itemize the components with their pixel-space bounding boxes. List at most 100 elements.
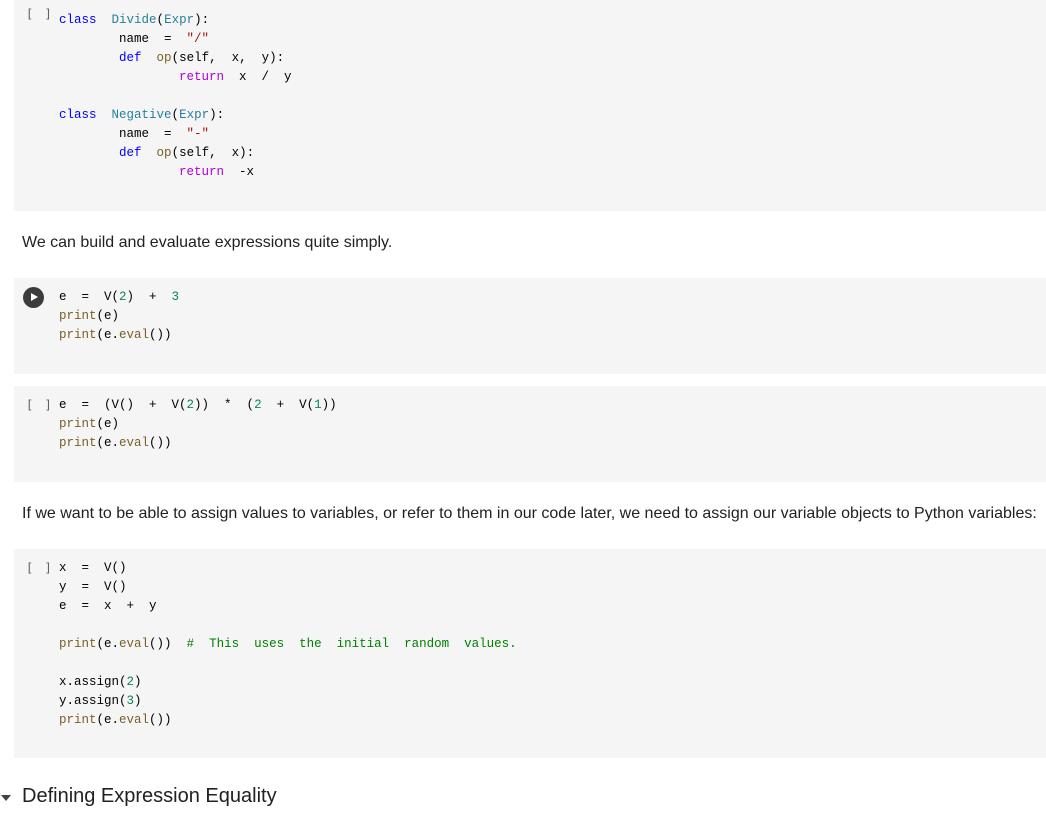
- code-token: )) * (: [194, 398, 255, 412]
- code-token: (e.: [96, 713, 120, 727]
- code-line: x.assign(2): [59, 673, 517, 692]
- code-token: "-": [186, 127, 210, 141]
- code-token: class: [59, 108, 97, 122]
- code-line: class Divide(Expr):: [59, 11, 292, 30]
- code-token: 3: [171, 290, 180, 304]
- code-token: ) +: [126, 290, 172, 304]
- code-token: ()): [149, 436, 172, 450]
- code-token: print: [59, 713, 97, 727]
- code-token: def: [119, 146, 142, 160]
- code-token: + V(: [261, 398, 315, 412]
- code-token: Divide: [111, 13, 157, 27]
- code-token: print: [59, 328, 97, 342]
- markdown-text: If we want to be able to assign values t…: [22, 505, 1037, 522]
- code-token: (e.: [96, 637, 120, 651]
- code-token: ()): [149, 328, 172, 342]
- code-line: print(e): [59, 415, 337, 434]
- code-token: ()): [149, 637, 187, 651]
- code-token: (: [171, 108, 180, 122]
- code-line: e = V(2) + 3: [59, 288, 179, 307]
- code-token: eval: [119, 436, 150, 450]
- code-editor[interactable]: class Divide(Expr): name = "/" def op(se…: [59, 11, 292, 182]
- code-editor[interactable]: x = V() y = V() e = x + y print(e.eval()) #…: [59, 559, 517, 730]
- code-token: print: [59, 637, 97, 651]
- code-token: 2: [126, 675, 135, 689]
- code-line: return -x: [59, 163, 292, 182]
- code-token: 3: [126, 694, 135, 708]
- code-token: op: [156, 51, 172, 65]
- code-line: def op(self, x):: [59, 144, 292, 163]
- code-cell-classes[interactable]: [ ] class Divide(Expr): name = "/" def o…: [14, 0, 1046, 211]
- code-line: print(e): [59, 307, 179, 326]
- code-token: 1: [314, 398, 322, 412]
- code-token: "/": [186, 32, 210, 46]
- code-token: op: [156, 146, 172, 160]
- code-token: ):: [194, 13, 210, 27]
- code-line: name = "/": [59, 30, 292, 49]
- code-token: print: [59, 436, 97, 450]
- code-token: (self, x, y):: [171, 51, 285, 65]
- code-token: -x: [224, 165, 255, 179]
- code-token: x = V(): [59, 561, 127, 575]
- code-line: y.assign(3): [59, 692, 517, 711]
- code-token: Negative: [111, 108, 172, 122]
- code-cell-simple-expression[interactable]: e = V(2) + 3 print(e) print(e.eval()): [14, 278, 1046, 374]
- code-cell-variable-assignment[interactable]: [ ] x = V() y = V() e = x + y print(e.eval(…: [14, 549, 1046, 758]
- code-line: def op(self, x, y):: [59, 49, 292, 68]
- code-editor[interactable]: e = (V() + V(2)) * (2 + V(1)) print(e) pri…: [59, 396, 337, 453]
- cell-state-brackets[interactable]: [ ]: [26, 561, 62, 575]
- code-token: (e.: [96, 328, 120, 342]
- code-token: return: [179, 165, 225, 179]
- caret-down-icon[interactable]: [1, 795, 11, 801]
- code-token: return: [179, 70, 225, 84]
- code-token: 2: [254, 398, 262, 412]
- code-token: y.assign(: [59, 694, 127, 708]
- code-token: y = V(): [59, 580, 127, 594]
- code-token: # This uses the initial random values.: [186, 637, 517, 651]
- run-cell-button[interactable]: [23, 287, 44, 308]
- code-token: Expr: [179, 108, 210, 122]
- code-cell-compound-expression[interactable]: [ ] e = (V() + V(2)) * (2 + V(1)) print(e…: [14, 386, 1046, 482]
- code-token: ): [134, 694, 142, 708]
- code-token: Expr: [164, 13, 195, 27]
- code-token: x.assign(: [59, 675, 127, 689]
- code-token: eval: [119, 713, 150, 727]
- code-token: e = (V() + V(: [59, 398, 187, 412]
- markdown-text: We can build and evaluate expressions qu…: [22, 234, 393, 251]
- code-line: print(e.eval()): [59, 326, 179, 345]
- code-token: (e.: [96, 436, 120, 450]
- code-editor[interactable]: e = V(2) + 3 print(e) print(e.eval()): [59, 288, 179, 345]
- code-token: print: [59, 309, 97, 323]
- code-token: ):: [209, 108, 225, 122]
- code-line: return x / y: [59, 68, 292, 87]
- code-token: (e): [96, 417, 120, 431]
- code-token: x / y: [224, 70, 292, 84]
- code-token: (: [156, 13, 165, 27]
- code-line: x = V(): [59, 559, 517, 578]
- code-line: e = x + y: [59, 597, 517, 616]
- code-token: (self, x):: [171, 146, 255, 160]
- code-token: def: [119, 51, 142, 65]
- code-token: eval: [119, 637, 150, 651]
- code-token: e = x + y: [59, 599, 157, 613]
- code-token: class: [59, 13, 97, 27]
- code-line: y = V(): [59, 578, 517, 597]
- code-token: ): [134, 675, 142, 689]
- cell-state-brackets[interactable]: [ ]: [26, 398, 62, 412]
- code-line: print(e.eval()): [59, 434, 337, 453]
- cell-state-brackets[interactable]: [ ]: [26, 7, 62, 21]
- code-line: name = "-": [59, 125, 292, 144]
- code-token: print: [59, 417, 97, 431]
- code-token: (e): [96, 309, 120, 323]
